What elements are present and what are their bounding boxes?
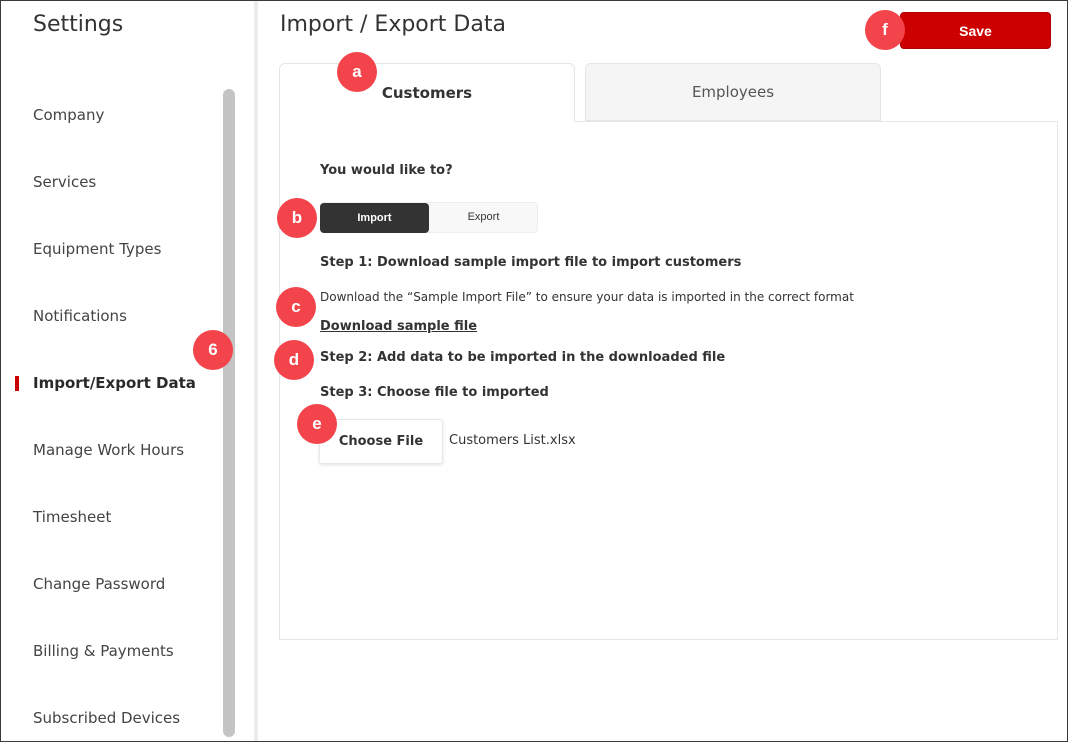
annotation-badge-d: d <box>274 340 314 380</box>
sidebar-item-import-export-data[interactable]: Import/Export Data <box>33 374 196 392</box>
tab-employees[interactable]: Employees <box>585 63 881 121</box>
download-sample-link[interactable]: Download sample file <box>320 319 477 334</box>
step-1-description: Download the “Sample Import File” to ens… <box>320 290 854 304</box>
step-1-heading: Step 1: Download sample import file to i… <box>320 255 742 270</box>
annotation-badge-f: f <box>865 10 905 50</box>
sidebar-item-notifications[interactable]: Notifications <box>33 307 127 325</box>
sidebar-item-billing-payments[interactable]: Billing & Payments <box>33 642 174 660</box>
import-toggle-button[interactable]: Import <box>320 203 429 233</box>
sidebar-title: Settings <box>33 12 124 37</box>
step-2-heading: Step 2: Add data to be imported in the d… <box>320 350 726 365</box>
sidebar-item-subscribed-devices[interactable]: Subscribed Devices <box>33 709 180 727</box>
selected-file-name: Customers List.xlsx <box>449 433 576 448</box>
annotation-badge-b: b <box>277 198 317 238</box>
export-toggle-button[interactable]: Export <box>430 203 537 231</box>
annotation-badge-e: e <box>297 404 337 444</box>
sidebar-item-equipment-types[interactable]: Equipment Types <box>33 240 161 258</box>
tab-customers[interactable]: Customers <box>279 63 575 122</box>
annotation-badge-a: a <box>337 52 377 92</box>
step-3-heading: Step 3: Choose file to imported <box>320 385 549 400</box>
sidebar-divider <box>254 1 258 741</box>
sidebar-item-manage-work-hours[interactable]: Manage Work Hours <box>33 441 184 459</box>
import-export-question: You would like to? <box>320 163 453 178</box>
sidebar-item-change-password[interactable]: Change Password <box>33 575 165 593</box>
active-item-marker <box>15 376 19 391</box>
sidebar-item-company[interactable]: Company <box>33 106 104 124</box>
annotation-badge-6: 6 <box>193 330 233 370</box>
choose-file-button[interactable]: Choose File <box>319 419 443 464</box>
page-title: Import / Export Data <box>280 12 506 37</box>
save-button[interactable]: Save <box>900 12 1051 49</box>
annotation-badge-c: c <box>276 287 316 327</box>
sidebar-scrollbar[interactable] <box>223 89 235 737</box>
sidebar-item-services[interactable]: Services <box>33 173 96 191</box>
content-panel <box>279 121 1058 640</box>
sidebar-item-timesheet[interactable]: Timesheet <box>33 508 111 526</box>
